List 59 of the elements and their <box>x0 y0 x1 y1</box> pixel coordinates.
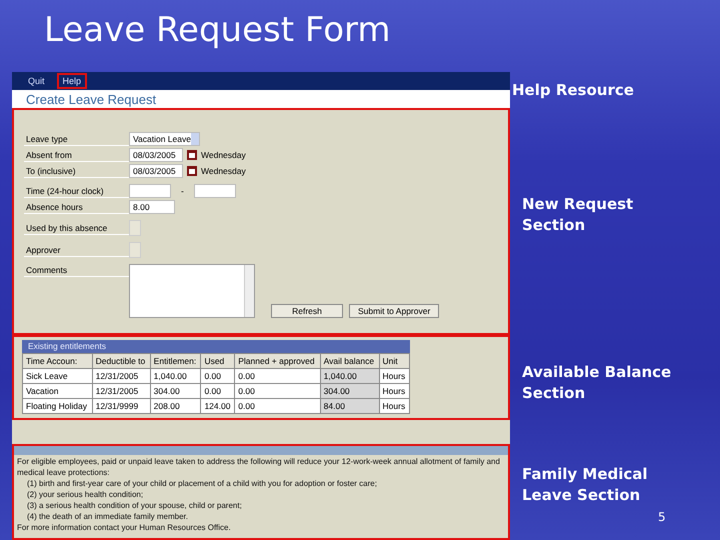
table-cell: 12/31/2005 <box>92 384 150 398</box>
table-cell: Hours <box>379 384 410 398</box>
readonly-field <box>129 220 141 236</box>
weekday-label: Wednesday <box>201 166 246 176</box>
leave-type-dropdown[interactable]: Vacation Leave <box>129 132 200 146</box>
menu-item[interactable]: Quit <box>22 73 51 89</box>
table-cell: 0.00 <box>234 384 320 398</box>
table-cell: 208.00 <box>150 398 201 414</box>
comments-field[interactable] <box>129 264 255 318</box>
table-cell: Floating Holiday <box>22 398 92 414</box>
column-header: Time Accoun: <box>22 354 92 368</box>
refresh-button[interactable]: Refresh <box>271 304 343 318</box>
callout-label: New Request Section <box>522 194 634 236</box>
column-header: Avail balance <box>320 354 380 368</box>
table-cell: 0.00 <box>234 368 320 384</box>
scrollbar[interactable] <box>244 265 254 317</box>
fmla-item: (3) a serious health condition of your spouse, child or parent; <box>26 500 243 511</box>
slide-title: Leave Request Form <box>43 9 392 52</box>
table-cell: 84.00 <box>320 398 380 414</box>
column-header: Deductible to <box>92 354 150 368</box>
table-cell: 1,040.00 <box>320 368 380 384</box>
column-header: Entitlemen: <box>150 354 201 368</box>
page-number: 5 <box>658 510 666 524</box>
fmla-footer: For more information contact your Human Resources Office. <box>17 522 505 533</box>
time-separator: - <box>181 186 184 196</box>
page-title: Create Leave Request <box>26 92 156 106</box>
hours-field[interactable]: 8.00 <box>129 200 175 214</box>
table-cell: 12/31/9999 <box>92 398 150 414</box>
table-cell: 304.00 <box>320 384 380 398</box>
submit-button[interactable]: Submit to Approver <box>349 304 440 318</box>
fmla-item: (1) birth and first-year care of your child or placement of a child with you for adoption or foster care; <box>26 478 378 489</box>
end-time-field[interactable] <box>194 184 236 198</box>
callout-label: Help Resource <box>512 80 635 101</box>
menu-item[interactable]: Help <box>56 73 88 89</box>
column-header: Used <box>200 354 235 368</box>
column-header: Planned + approved <box>234 354 320 368</box>
table-cell: 0.00 <box>200 368 235 384</box>
table-cell: 0.00 <box>200 384 235 398</box>
callout-label: Family Medical Leave Section <box>522 464 649 506</box>
table-cell: 1,040.00 <box>150 368 201 384</box>
column-header: Unit <box>379 354 410 368</box>
date-field[interactable]: 08/03/2005 <box>129 164 183 178</box>
table-cell: 304.00 <box>150 384 201 398</box>
fmla-intro: For eligible employees, paid or unpaid leave taken to address the following will reduce your 12-work-week annual allotment of family and medical leave protections: <box>17 456 501 478</box>
fmla-item: (2) your serious health condition; <box>26 489 144 500</box>
table-cell: Hours <box>379 398 410 414</box>
date-field[interactable]: 08/03/2005 <box>129 148 183 162</box>
readonly-field <box>129 242 141 258</box>
table-title: Existing entitlements <box>22 340 410 353</box>
fmla-item: (4) the death of an immediate family member. <box>26 511 189 522</box>
table-cell: Vacation <box>22 384 92 398</box>
table-cell: Hours <box>379 368 410 384</box>
table-cell: Sick Leave <box>22 368 92 384</box>
table-cell: 0.00 <box>234 398 320 414</box>
table-cell: 124.00 <box>200 398 235 414</box>
table-cell: 12/31/2005 <box>92 368 150 384</box>
callout-label: Available Balance Section <box>522 362 672 404</box>
start-time-field[interactable] <box>129 184 171 198</box>
weekday-label: Wednesday <box>201 150 246 160</box>
